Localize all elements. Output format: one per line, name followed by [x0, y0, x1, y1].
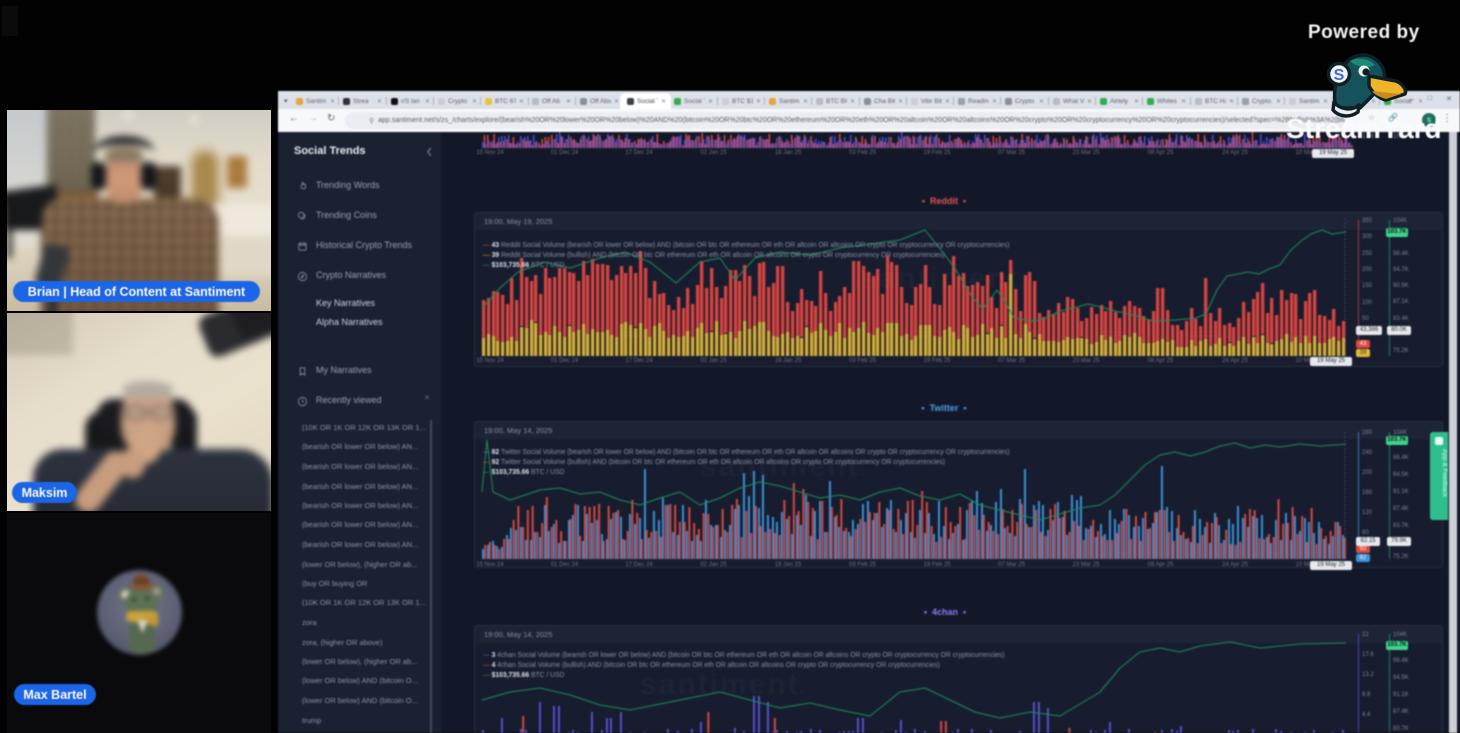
svg-text:S: S [1334, 67, 1345, 84]
